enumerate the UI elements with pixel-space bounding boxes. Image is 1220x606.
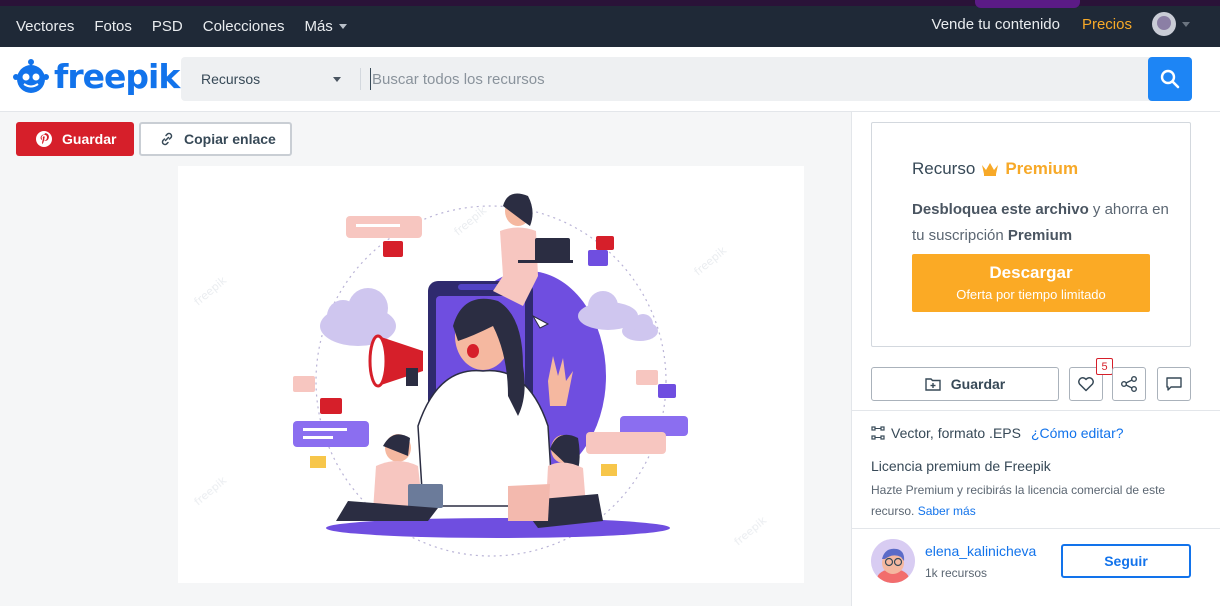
save-to-collection-button[interactable]: Guardar [871,367,1059,401]
pinterest-save-label: Guardar [62,131,117,147]
comment-icon [1166,377,1182,391]
share-button[interactable] [1112,367,1146,401]
file-format-info: Vector, formato .EPS ¿Cómo editar? [871,425,1124,441]
download-sublabel: Oferta por tiempo limitado [956,287,1106,302]
header: freepik Recursos [0,47,1220,112]
svg-text:freepik: freepik [452,203,490,238]
folder-add-icon [925,378,941,391]
search-button[interactable] [1148,57,1192,101]
freepik-logo-text: freepik [54,57,180,96]
search-bar: Recursos [181,57,1192,101]
svg-text:freepik: freepik [692,243,730,278]
comment-button[interactable] [1157,367,1191,401]
chevron-down-icon[interactable] [1182,21,1190,27]
premium-desc-end: Premium [1007,227,1073,244]
download-label: Descargar [989,263,1073,282]
user-avatar[interactable] [1152,12,1176,36]
chevron-down-icon[interactable] [333,77,341,82]
top-nav-links: Vectores Fotos PSD Colecciones Más [16,18,367,35]
sell-content-link[interactable]: Vende tu contenido [932,16,1060,33]
pinterest-icon [36,131,52,147]
premium-card-title-prefix: Recurso [912,159,976,178]
license-text: Hazte Premium y recibirás la licencia co… [871,483,1166,518]
download-button[interactable]: Descargar Oferta por tiempo limitado [912,254,1150,312]
crown-icon [982,163,999,176]
nav-link-vectores[interactable]: Vectores [16,18,74,35]
search-category-select[interactable]: Recursos [201,71,260,87]
search-divider [360,68,361,90]
heart-icon [1078,377,1094,392]
copy-link-button[interactable]: Copiar enlace [139,122,292,156]
author-avatar-image [871,539,915,583]
nav-link-fotos[interactable]: Fotos [94,18,132,35]
nav-link-mas[interactable]: Más [304,18,347,35]
top-nav: Vectores Fotos PSD Colecciones Más Vende… [0,0,1220,47]
save-to-collection-label: Guardar [950,376,1006,392]
likes-count-badge: 5 [1096,358,1113,375]
pinterest-save-button[interactable]: Guardar [16,122,134,156]
premium-card-title-premium: Premium [1005,159,1079,178]
premium-card-title: Recurso Premium [912,159,1078,179]
top-nav-right: Vende tu contenido Precios [932,12,1190,36]
search-icon [1160,69,1180,89]
search-input[interactable] [370,68,1130,90]
svg-text:freepik: freepik [192,273,230,308]
vector-icon [871,426,885,440]
svg-text:freepik: freepik [192,473,230,508]
premium-card-description: Desbloquea este archivo y ahorra en tu s… [912,197,1172,249]
influencer-illustration: freepik freepik freepik freepik freepik [192,193,770,557]
freepik-logo-icon [13,58,49,93]
license-title: Licencia premium de Freepik [871,458,1051,474]
follow-button[interactable]: Seguir [1061,544,1191,578]
resource-preview-image[interactable]: freepik freepik freepik freepik freepik [178,166,804,583]
learn-more-link[interactable]: Saber más [918,504,976,518]
nav-link-colecciones[interactable]: Colecciones [203,18,285,35]
svg-text:freepik: freepik [732,513,770,548]
divider [851,410,1220,411]
premium-desc-bold: Desbloquea este archivo [912,201,1089,218]
nav-link-mas-label: Más [304,18,333,35]
chevron-down-icon [338,24,347,29]
copy-link-label: Copiar enlace [184,131,276,147]
premium-card: Recurso Premium Desbloquea este archivo … [871,122,1191,347]
author-avatar[interactable] [871,539,915,583]
author-resource-count: 1k recursos [925,566,988,580]
promo-tab[interactable] [975,0,1080,8]
freepik-logo[interactable]: freepik [12,57,180,96]
pricing-link[interactable]: Precios [1082,16,1132,33]
how-to-edit-link[interactable]: ¿Cómo editar? [1031,425,1124,441]
divider [851,528,1220,529]
file-format-text: Vector, formato .EPS [891,425,1021,441]
share-icon [1121,376,1137,392]
nav-link-psd[interactable]: PSD [152,18,183,35]
license-description: Hazte Premium y recibirás la licencia co… [871,480,1191,522]
link-icon [161,132,173,146]
author-name-link[interactable]: elena_kalinicheva [925,543,1036,559]
